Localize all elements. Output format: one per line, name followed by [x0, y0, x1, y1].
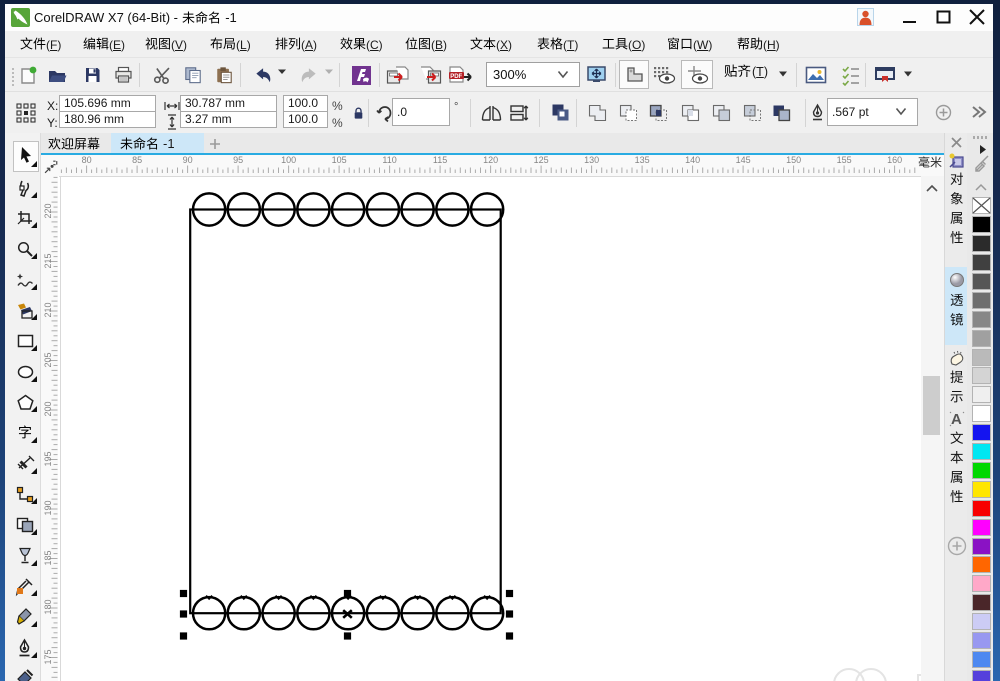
svg-text:A: A [951, 411, 962, 428]
svg-text:PDF: PDF [450, 74, 462, 80]
